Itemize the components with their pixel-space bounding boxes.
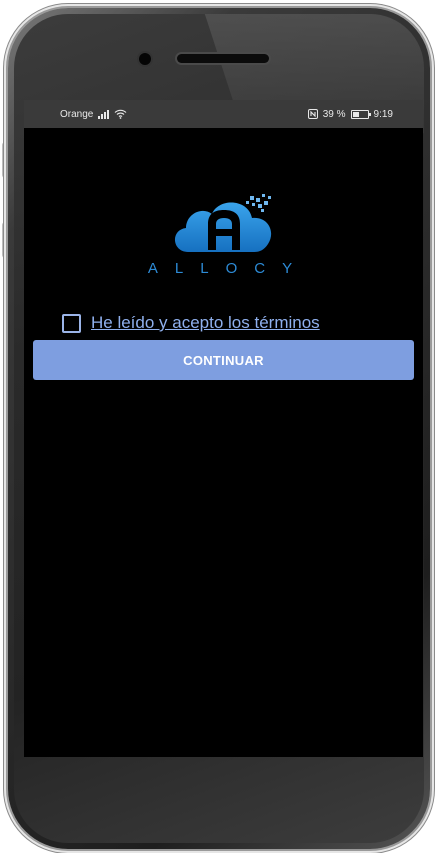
battery-icon (350, 109, 371, 119)
phone-screen: Orange 39 % 9:19 ALLOCY He leído y acept… (24, 100, 423, 757)
earpiece-speaker (177, 54, 269, 63)
wifi-icon (114, 109, 127, 119)
front-camera (139, 53, 151, 65)
clock-time: 9:19 (373, 108, 393, 120)
terms-link[interactable]: He leído y acepto los términos (91, 313, 320, 333)
battery-percent: 39 % (322, 108, 346, 120)
cloud-a-logo (174, 194, 271, 252)
terms-row: He leído y acepto los términos (62, 313, 320, 333)
status-bar: Orange 39 % 9:19 (24, 100, 423, 128)
signal-icon (98, 109, 110, 119)
carrier-label: Orange (60, 108, 94, 120)
app-logo (24, 190, 423, 265)
continue-button[interactable]: CONTINUAR (33, 340, 414, 380)
brand-name: ALLOCY (147, 260, 310, 277)
terms-checkbox[interactable] (62, 313, 81, 333)
nfc-icon (307, 109, 318, 119)
